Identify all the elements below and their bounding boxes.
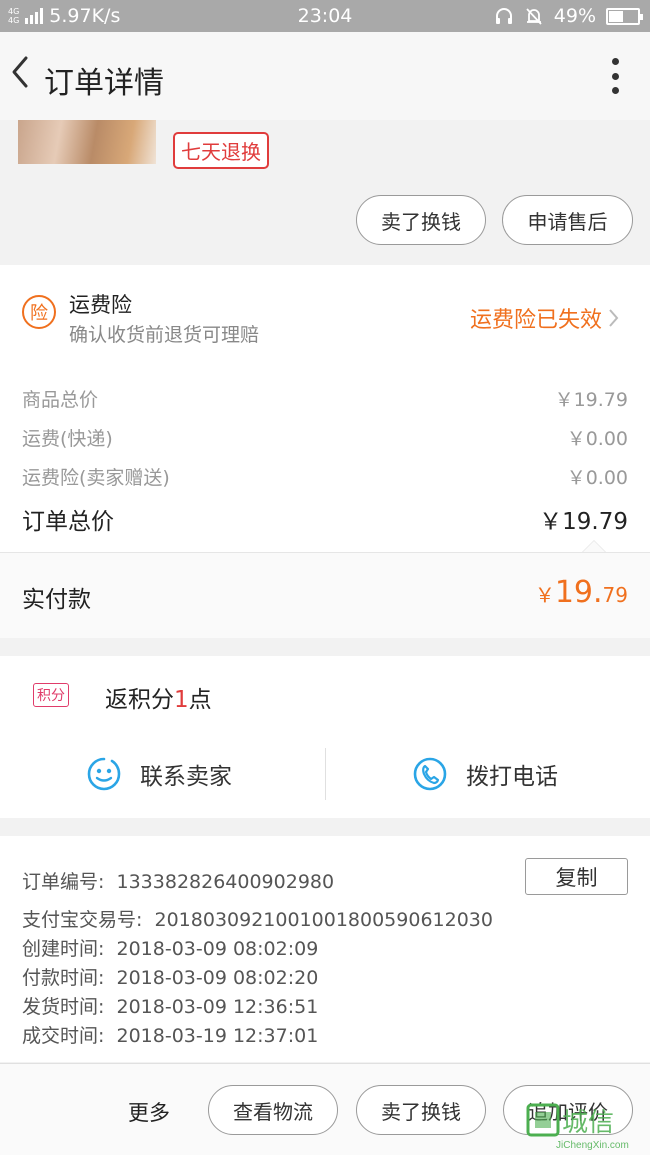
sell-for-cash-button[interactable]: 卖了换钱: [356, 195, 486, 245]
view-logistics-button[interactable]: 查看物流: [208, 1085, 338, 1135]
contact-seller-button[interactable]: 联系卖家: [86, 748, 232, 800]
price-row-shipping-insurance: 运费险(卖家赠送) ￥0.00: [22, 463, 628, 490]
back-icon[interactable]: [6, 52, 36, 92]
insurance-icon: 险: [22, 295, 56, 329]
order-number: 133382826400902980: [116, 871, 335, 893]
chevron-right-icon[interactable]: [604, 306, 622, 330]
nav-bar: 订单详情: [0, 32, 650, 120]
amount-paid-row: 实付款 ￥19.79: [0, 552, 650, 638]
product-section: 七天退换 卖了换钱 申请售后: [0, 120, 650, 262]
page-title: 订单详情: [44, 66, 164, 101]
contact-divider: [325, 748, 326, 800]
order-total-label: 订单总价: [22, 509, 114, 535]
svg-text:JiChengXin.com: JiChengXin.com: [556, 1140, 629, 1151]
completed-time-row: 成交时间: 2018-03-19 12:37:01: [22, 1025, 319, 1047]
price-label: 运费(快递): [22, 428, 113, 450]
headphones-icon: [495, 8, 512, 24]
status-bar: 4G 4G 5.97K/s 23:04 49%: [0, 0, 650, 32]
order-total-value: ￥19.79: [539, 509, 628, 535]
price-label: 运费险(卖家赠送): [22, 467, 170, 489]
after-sale-button[interactable]: 申请售后: [502, 195, 633, 245]
alipay-number: 2018030921001001800590612030: [154, 909, 493, 931]
phone-icon: [413, 757, 447, 791]
site-watermark: 城信 JiChengXin.com: [526, 1101, 644, 1151]
call-phone-button[interactable]: 拨打电话: [412, 748, 558, 800]
price-row-goods: 商品总价 ￥19.79: [22, 385, 628, 412]
more-menu-icon[interactable]: [610, 58, 620, 94]
price-value: ￥0.00: [566, 428, 628, 450]
order-total-row: 订单总价 ￥19.79: [22, 502, 628, 536]
insurance-status-link[interactable]: 运费险已失效: [470, 302, 602, 334]
sell-for-cash-bottom-button[interactable]: 卖了换钱: [356, 1085, 486, 1135]
order-number-row: 订单编号: 133382826400902980: [22, 871, 335, 893]
price-row-shipping: 运费(快递) ￥0.00: [22, 424, 628, 451]
amount-paid-label: 实付款: [22, 587, 91, 613]
paid-time-row: 付款时间: 2018-03-09 08:02:20: [22, 967, 319, 989]
price-label: 商品总价: [22, 389, 99, 411]
call-phone-label: 拨打电话: [466, 764, 558, 790]
insurance-subtitle: 确认收货前退货可理赔: [69, 324, 260, 346]
contact-seller-label: 联系卖家: [140, 764, 232, 790]
price-value: ￥0.00: [566, 467, 628, 489]
mute-bell-icon: [526, 8, 542, 25]
battery-percent: 49%: [553, 5, 596, 27]
created-time-row: 创建时间: 2018-03-09 08:02:09: [22, 938, 319, 960]
seven-day-return-tag: 七天退换: [173, 132, 269, 169]
points-tag: 积分: [33, 683, 69, 707]
insurance-title: 运费险: [69, 293, 132, 317]
price-value: ￥19.79: [554, 389, 628, 411]
shipped-time-row: 发货时间: 2018-03-09 12:36:51: [22, 996, 319, 1018]
product-thumbnail[interactable]: [18, 120, 156, 164]
copy-button[interactable]: 复制: [525, 858, 628, 895]
svg-text:城信: 城信: [562, 1107, 614, 1137]
points-text: 返积分1点: [105, 687, 212, 713]
divider-notch: [582, 540, 606, 552]
amount-paid-value: ￥19.79: [534, 575, 628, 610]
battery-icon: [606, 7, 643, 25]
alipay-number-row: 支付宝交易号: 2018030921001001800590612030: [22, 909, 493, 931]
more-button[interactable]: 更多: [128, 1097, 170, 1127]
chat-face-icon: [87, 757, 121, 791]
